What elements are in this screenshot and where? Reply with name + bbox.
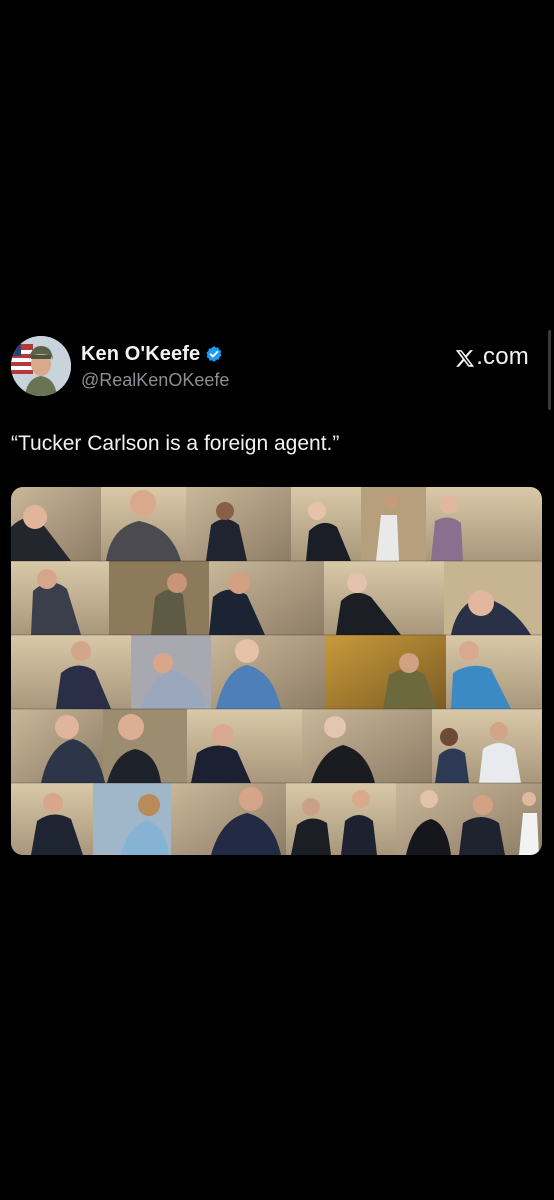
avatar[interactable] (11, 336, 71, 396)
collage-image (11, 487, 542, 855)
brand-watermark: .com (455, 343, 529, 371)
collage-row-4 (11, 709, 542, 783)
scroll-indicator[interactable] (548, 330, 551, 410)
tweet-header: Ken O'Keefe @RealKenOKeefe .com (11, 336, 541, 396)
brand-label: .com (476, 343, 529, 370)
collage-row-2 (11, 561, 542, 635)
author-name[interactable]: Ken O'Keefe (81, 343, 200, 366)
tweet-media-collage[interactable] (11, 487, 542, 855)
collage-row-1 (11, 487, 542, 561)
tweet-text: “Tucker Carlson is a foreign agent.” (11, 432, 340, 455)
collage-row-5 (11, 783, 542, 855)
x-logo-icon (455, 347, 475, 367)
collage-row-3 (11, 635, 542, 709)
verified-badge-icon (205, 345, 223, 363)
author-handle[interactable]: @RealKenOKeefe (81, 370, 229, 391)
author-block: Ken O'Keefe @RealKenOKeefe (81, 342, 229, 391)
